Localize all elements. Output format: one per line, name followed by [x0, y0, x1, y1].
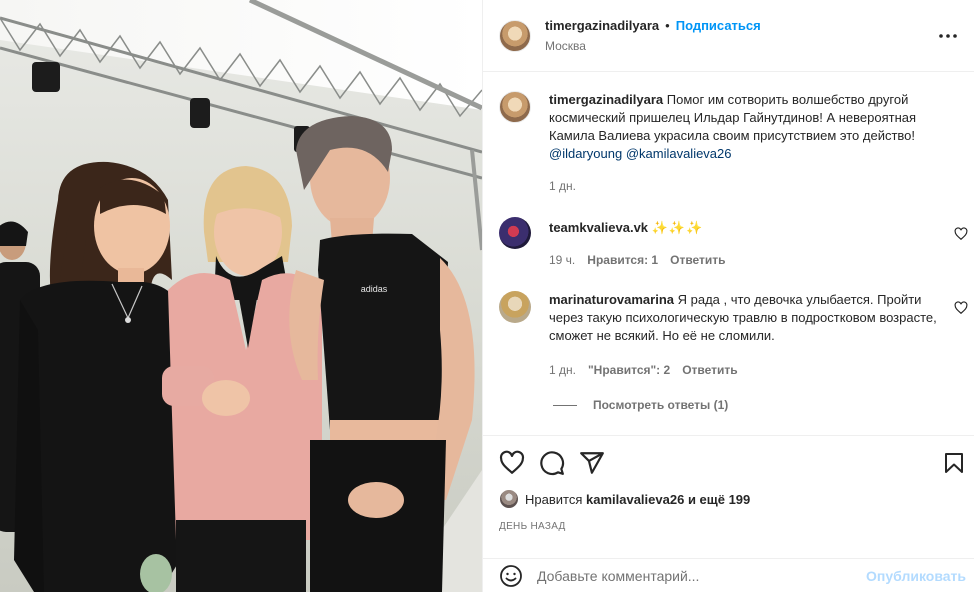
- reply-button[interactable]: Ответить: [670, 253, 725, 267]
- heart-icon[interactable]: [499, 450, 525, 476]
- comment-like-icon[interactable]: [954, 301, 968, 315]
- comment-time[interactable]: 1 дн.: [549, 363, 576, 377]
- reply-button[interactable]: Ответить: [682, 363, 737, 377]
- more-icon: [939, 34, 957, 38]
- add-comment-bar: Опубликовать: [483, 558, 974, 592]
- replies-divider: [553, 404, 577, 406]
- comment-time[interactable]: 19 ч.: [549, 253, 575, 267]
- follow-button[interactable]: Подписаться: [676, 18, 761, 33]
- view-replies-label: Посмотреть ответы (1): [593, 398, 729, 412]
- post-photo[interactable]: adidas: [0, 0, 482, 592]
- comments-list[interactable]: timergazinadilyara Помог им сотворить во…: [483, 73, 974, 435]
- caption-time[interactable]: 1 дн.: [549, 179, 576, 193]
- action-bar: [483, 435, 974, 491]
- publish-button[interactable]: Опубликовать: [866, 568, 966, 584]
- sparkles-emoji: ✨✨✨: [651, 220, 704, 235]
- caption-avatar[interactable]: [499, 91, 531, 123]
- comment-likes[interactable]: Нравится: 1: [587, 253, 658, 267]
- post-date[interactable]: День назад: [499, 521, 566, 532]
- photo-illustration: adidas: [0, 0, 482, 592]
- liker-username[interactable]: kamilavalieva26: [586, 492, 684, 507]
- comment-username[interactable]: marinaturovamarina: [549, 292, 674, 307]
- post-dialog: adidas timergazinadilyara • Подписаться …: [0, 0, 974, 592]
- header-separator: •: [665, 18, 670, 33]
- post-header: timergazinadilyara • Подписаться Москва: [483, 0, 974, 72]
- comment-item: teamkvalieva.vk ✨✨✨: [499, 217, 966, 249]
- likes-count[interactable]: и ещё 199: [688, 492, 750, 507]
- smile-icon[interactable]: [499, 564, 523, 588]
- save-icon[interactable]: [942, 451, 966, 475]
- mention-ildaryoung[interactable]: @ildaryoung: [549, 146, 622, 161]
- likes-summary[interactable]: Нравится kamilavalieva26 и ещё 199: [499, 489, 750, 509]
- likes-prefix: Нравится: [525, 491, 583, 507]
- comment-text: marinaturovamarina Я рада , что девочка …: [549, 291, 949, 345]
- post-location[interactable]: Москва: [545, 39, 761, 53]
- commenter-avatar[interactable]: [499, 217, 531, 249]
- mention-kamilavalieva26[interactable]: @kamilavalieva26: [626, 146, 732, 161]
- comment-like-icon[interactable]: [954, 227, 968, 241]
- comment-likes[interactable]: "Нравится": 2: [588, 363, 670, 377]
- comment-text: teamkvalieva.vk ✨✨✨: [549, 217, 949, 249]
- liker-avatar: [499, 489, 519, 509]
- svg-text:adidas: adidas: [361, 284, 388, 294]
- caption-text: timergazinadilyara Помог им сотворить во…: [549, 91, 949, 163]
- comment-item: marinaturovamarina Я рада , что девочка …: [499, 291, 966, 345]
- view-replies-button[interactable]: Посмотреть ответы (1): [553, 398, 728, 412]
- comment-username[interactable]: teamkvalieva.vk: [549, 220, 648, 235]
- caption-meta: 1 дн.: [549, 179, 588, 193]
- caption-username[interactable]: timergazinadilyara: [549, 92, 663, 107]
- owner-avatar[interactable]: [499, 19, 531, 52]
- share-icon[interactable]: [579, 450, 605, 476]
- commenter-avatar[interactable]: [499, 291, 531, 323]
- more-options-button[interactable]: [936, 24, 960, 48]
- comment-icon[interactable]: [539, 450, 565, 476]
- comment-meta: 1 дн. "Нравится": 2 Ответить: [549, 363, 750, 377]
- comment-input[interactable]: [537, 567, 857, 584]
- comment-meta: 19 ч. Нравится: 1 Ответить: [549, 253, 738, 267]
- caption-comment: timergazinadilyara Помог им сотворить во…: [499, 91, 966, 163]
- owner-username[interactable]: timergazinadilyara: [545, 18, 659, 33]
- post-details-panel: timergazinadilyara • Подписаться Москва: [482, 0, 974, 592]
